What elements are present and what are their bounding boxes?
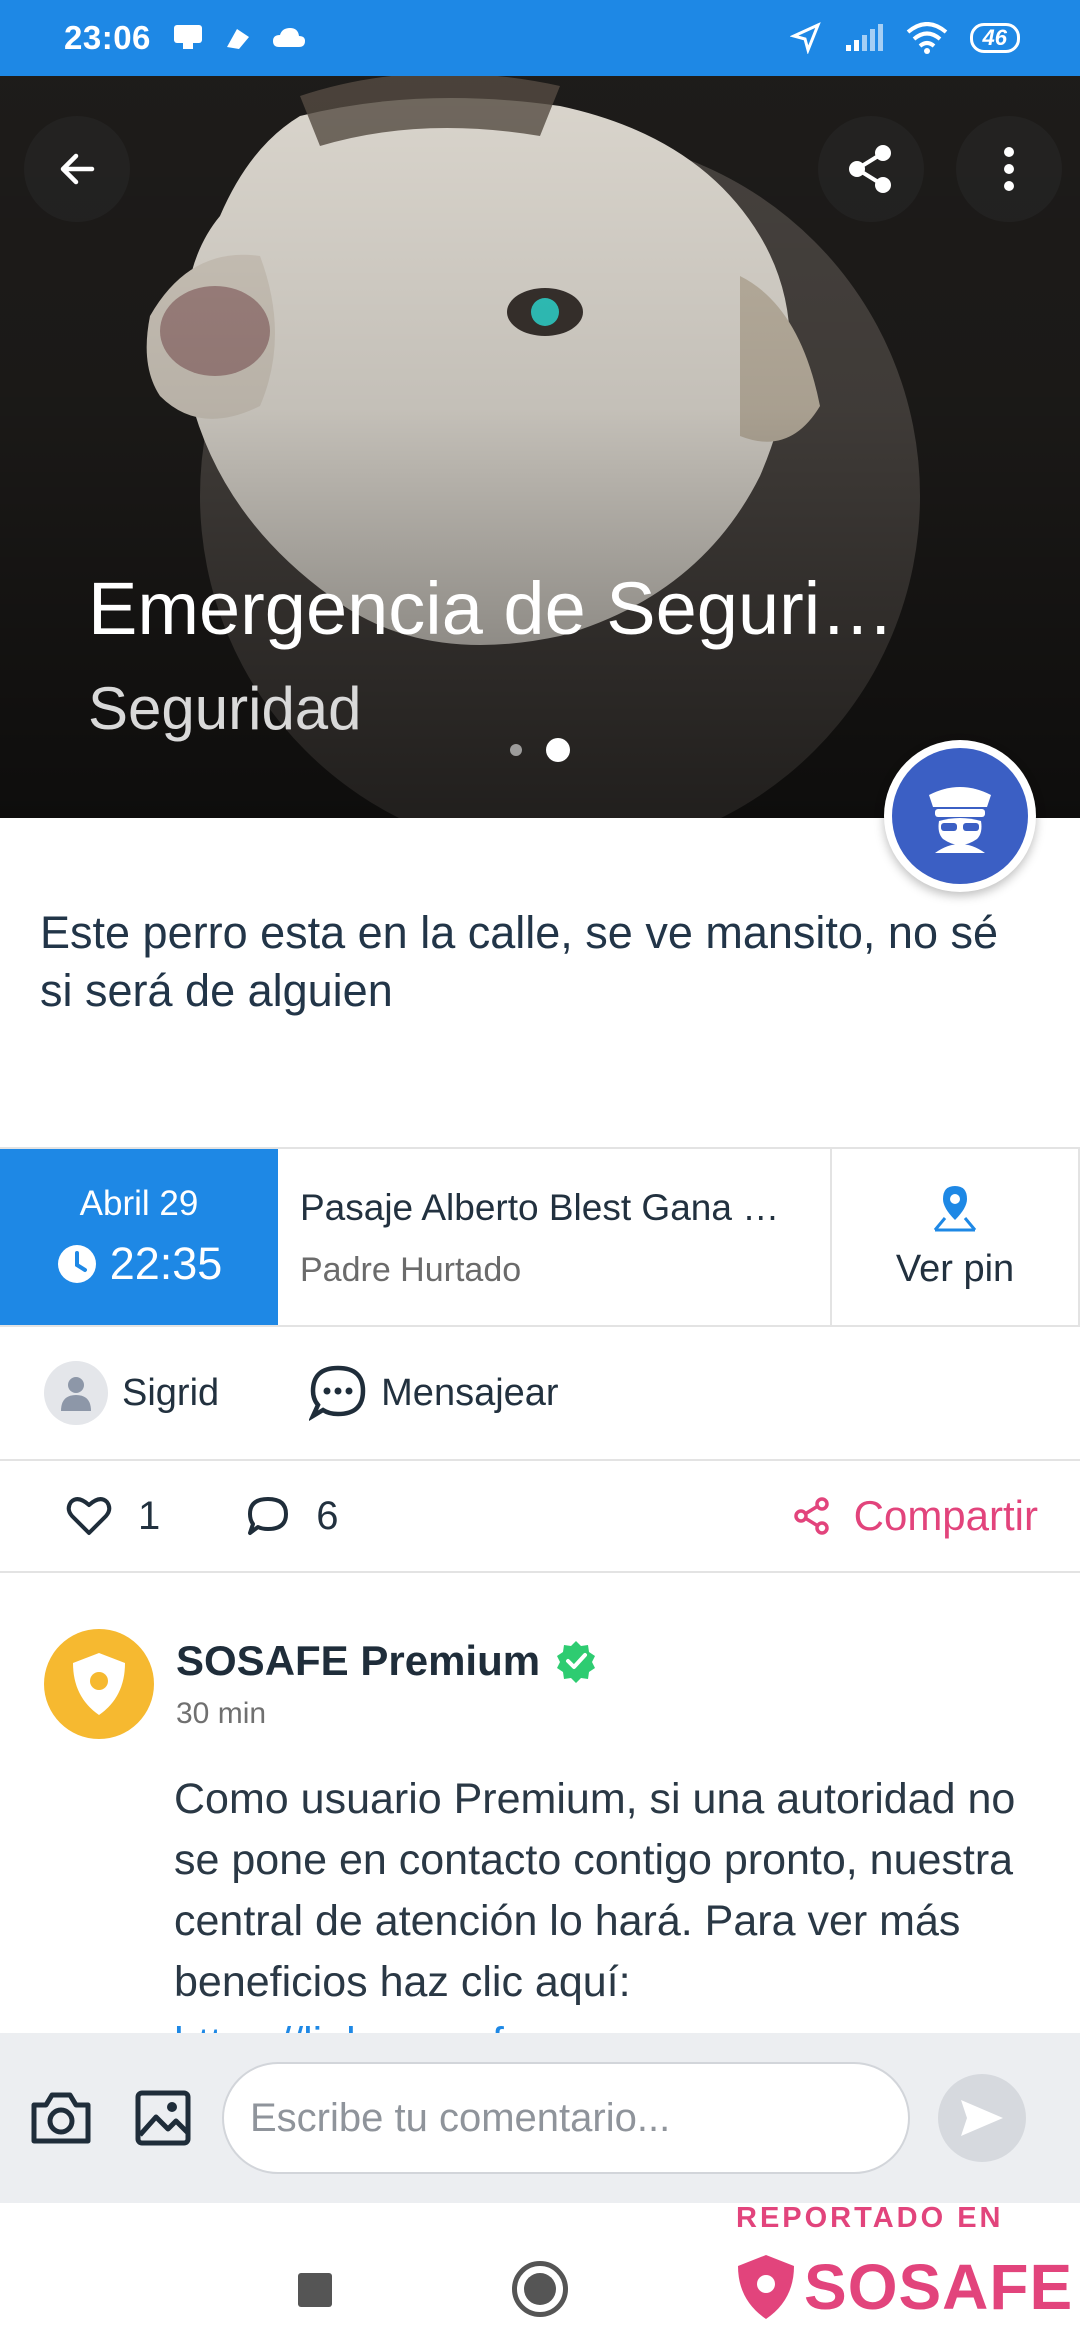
share-button[interactable] xyxy=(818,116,924,222)
comment-link[interactable]: https://links.sosafeapp.com xyxy=(174,2019,693,2033)
comment-author-row: SOSAFE Premium xyxy=(176,1637,598,1685)
message-label: Mensajear xyxy=(381,1371,559,1414)
watermark-caption: REPORTADO EN xyxy=(736,2202,1004,2234)
comment-icon xyxy=(248,1497,289,1535)
report-title: Emergencia de Seguri… xyxy=(88,567,895,650)
share-label: Compartir xyxy=(853,1492,1038,1539)
back-arrow-icon xyxy=(60,153,95,185)
camera-button[interactable] xyxy=(26,2083,96,2153)
shield-icon xyxy=(73,1653,125,1715)
signal-icon xyxy=(845,24,883,51)
report-datetime: Abril 29 22:35 xyxy=(0,1149,278,1325)
reporter-row: Sigrid Mensajear xyxy=(0,1327,1080,1461)
category-badge xyxy=(884,740,1036,892)
cloud-icon xyxy=(272,28,305,47)
recent-apps-button[interactable] xyxy=(298,2273,332,2307)
comment-count: 6 xyxy=(316,1493,339,1538)
home-button-inner xyxy=(524,2273,556,2305)
view-pin-label: Ver pin xyxy=(895,1247,1015,1290)
status-bar: 23:06 46 xyxy=(0,0,1080,76)
status-time: 23:06 xyxy=(64,19,151,56)
location-arrow-icon xyxy=(789,22,821,54)
share-nodes-icon xyxy=(793,1497,829,1535)
notification-icons xyxy=(171,23,307,53)
carousel-dot-active[interactable] xyxy=(546,738,570,762)
image-icon xyxy=(135,2090,191,2146)
comment-time: 30 min xyxy=(176,1697,267,1730)
reactions-row: 1 6 Compartir xyxy=(0,1461,1080,1573)
avatar[interactable] xyxy=(44,1361,108,1425)
wifi-icon xyxy=(906,22,947,54)
share-report-button[interactable]: Compartir xyxy=(792,1492,1038,1540)
comment-body: Como usuario Premium, si una autoridad n… xyxy=(174,1775,1016,2006)
app-notification-icon xyxy=(226,29,249,49)
carousel-dot[interactable] xyxy=(510,744,522,756)
comments-button[interactable]: 6 xyxy=(246,1493,339,1539)
notification-icon xyxy=(173,25,202,49)
comment-text: Como usuario Premium, si una autoridad n… xyxy=(174,1769,1040,2033)
chat-bubble-icon xyxy=(309,1365,366,1422)
share-icon xyxy=(849,145,891,193)
send-comment-button[interactable] xyxy=(938,2074,1026,2162)
home-button[interactable] xyxy=(512,2261,568,2317)
sosafe-shield-logo xyxy=(738,2255,794,2319)
heart-icon xyxy=(66,1497,112,1535)
report-date: Abril 29 xyxy=(79,1184,199,1223)
sosafe-premium-avatar xyxy=(44,1629,154,1739)
report-address[interactable]: Pasaje Alberto Blest Gana … Padre Hurtad… xyxy=(278,1149,832,1325)
gallery-button[interactable] xyxy=(128,2083,198,2153)
comment-author[interactable]: SOSAFE Premium xyxy=(176,1637,540,1685)
camera-icon xyxy=(31,2092,91,2144)
address-commune: Padre Hurtado xyxy=(300,1251,522,1289)
like-button[interactable]: 1 xyxy=(66,1494,160,1539)
carousel-indicator xyxy=(510,738,570,762)
reporter-name[interactable]: Sigrid xyxy=(122,1372,219,1415)
report-description: Este perro esta en la calle, se ve mansi… xyxy=(40,907,999,1016)
comment-item: SOSAFE Premium 30 min Como usuario Premi… xyxy=(0,1573,1080,2033)
send-icon xyxy=(961,2100,1003,2136)
report-time: 22:35 xyxy=(109,1238,223,1289)
hero-image[interactable]: Emergencia de Seguri… Seguridad xyxy=(0,76,1080,818)
report-category: Seguridad xyxy=(88,675,362,742)
view-pin-button[interactable]: Ver pin xyxy=(832,1149,1080,1325)
message-button[interactable]: Mensajear xyxy=(309,1364,559,1422)
sosafe-wordmark: SOSAFE xyxy=(804,2251,1074,2323)
more-options-button[interactable] xyxy=(956,116,1062,222)
map-pin-icon xyxy=(933,1185,977,1231)
battery-indicator: 46 xyxy=(969,23,1020,53)
report-info-row: Abril 29 22:35 Pasaje Alberto Blest Gana… xyxy=(0,1147,1080,1327)
more-vert-icon xyxy=(1004,147,1014,191)
address-street: Pasaje Alberto Blest Gana … xyxy=(300,1187,780,1228)
person-icon xyxy=(61,1377,91,1411)
comment-input[interactable] xyxy=(222,2062,910,2174)
police-officer-icon xyxy=(929,787,991,853)
like-count: 1 xyxy=(138,1493,161,1538)
comment-composer xyxy=(0,2033,1080,2203)
sosafe-watermark: SOSAFE xyxy=(734,2250,1073,2324)
clock-icon xyxy=(57,1245,96,1283)
verified-badge-icon xyxy=(557,1641,596,1683)
back-button[interactable] xyxy=(24,116,130,222)
